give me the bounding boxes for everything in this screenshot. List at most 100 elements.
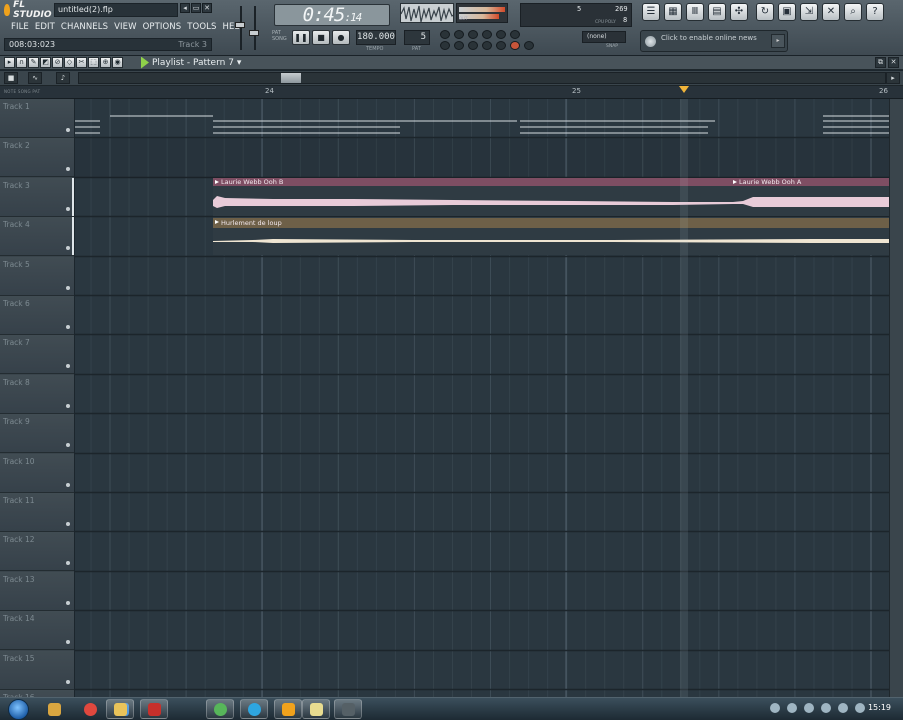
playlist-title[interactable]: Playlist - Pattern 7 ▾ — [141, 56, 241, 70]
tray-icon[interactable] — [770, 703, 780, 713]
help-icon[interactable]: ? — [866, 3, 884, 21]
record-button[interactable]: ● — [332, 30, 350, 45]
option-dot-7[interactable] — [440, 41, 450, 50]
note-icon[interactable]: ♪ — [56, 72, 70, 84]
option-dot-3[interactable] — [468, 30, 478, 39]
track-header[interactable]: Track 3 — [0, 178, 74, 217]
option-dot-11[interactable] — [496, 41, 506, 50]
tools-icon[interactable]: ✕ — [822, 3, 840, 21]
tray-icon[interactable] — [821, 703, 831, 713]
mixer-icon[interactable]: ✣ — [730, 3, 748, 21]
track-mute-icon[interactable] — [66, 325, 70, 329]
track-mute-icon[interactable] — [66, 561, 70, 565]
volume-icon[interactable] — [855, 703, 865, 713]
playhead-marker[interactable] — [679, 86, 689, 93]
track-header[interactable]: Track 12 — [0, 532, 74, 571]
clip-header[interactable]: Laurie Webb Ooh B — [213, 178, 731, 186]
scroll-thumb[interactable] — [281, 73, 301, 83]
option-dot-5[interactable] — [496, 30, 506, 39]
search-icon[interactable]: ⌕ — [844, 3, 862, 21]
track-header[interactable]: Track 10 — [0, 454, 74, 493]
track-mute-icon[interactable] — [66, 640, 70, 644]
track-mute-icon[interactable] — [66, 443, 70, 447]
chevron-down-icon[interactable]: ▾ — [237, 58, 242, 68]
track-header[interactable]: Track 6 — [0, 296, 74, 335]
pitch-knob[interactable] — [249, 30, 259, 36]
clip-header[interactable]: Laurie Webb Ooh A — [731, 178, 889, 186]
track-mute-icon[interactable] — [66, 680, 70, 684]
master-volume-fader[interactable] — [232, 4, 260, 52]
track-header[interactable]: Track 16 — [0, 690, 74, 697]
menu-edit[interactable]: EDIT — [32, 20, 58, 34]
skype-taskbar-button[interactable] — [240, 699, 268, 719]
track-mute-icon[interactable] — [66, 207, 70, 211]
online-news-panel[interactable]: Click to enable online news ▸ — [640, 30, 788, 52]
tray-icon[interactable] — [804, 703, 814, 713]
undo-icon[interactable]: ↻ — [756, 3, 774, 21]
option-dot-10[interactable] — [482, 41, 492, 50]
audio-clip[interactable]: Laurie Webb Ooh B Laurie Webb Ooh A — [213, 178, 889, 216]
track-header[interactable]: Track 13 — [0, 572, 74, 611]
select-icon[interactable]: ⬚ — [88, 57, 99, 68]
timeline-ruler[interactable]: NOTE SONG PAT 24 25 26 — [0, 86, 903, 99]
playlist-detach-button[interactable]: ⧉ — [875, 57, 886, 68]
track-mute-icon[interactable] — [66, 601, 70, 605]
step-sequencer-icon[interactable]: ▦ — [664, 3, 682, 21]
song-time-display[interactable]: 0:45:14 — [274, 4, 390, 26]
audio-clip[interactable]: Hurlement de loup — [213, 217, 889, 255]
track-header[interactable]: Track 2 — [0, 138, 74, 177]
stop-button[interactable]: ■ — [312, 30, 330, 45]
track-mute-icon[interactable] — [66, 364, 70, 368]
pause-button[interactable]: ❚❚ — [292, 30, 310, 45]
track-mute-icon[interactable] — [66, 404, 70, 408]
track-mute-icon[interactable] — [66, 246, 70, 250]
notes-taskbar-button[interactable] — [302, 699, 330, 719]
horizontal-scrollbar[interactable] — [78, 72, 886, 84]
track-header[interactable]: Track 5 — [0, 257, 74, 296]
playlist-icon[interactable]: ☰ — [642, 3, 660, 21]
restore-button[interactable]: ▭ — [191, 3, 201, 13]
menu-file[interactable]: FILE — [8, 20, 32, 34]
volume-knob[interactable] — [235, 22, 245, 28]
fl-studio-taskbar-button[interactable] — [274, 699, 302, 719]
track-mute-icon[interactable] — [66, 522, 70, 526]
option-dot-4[interactable] — [482, 30, 492, 39]
option-dot-2[interactable] — [454, 30, 464, 39]
export-icon[interactable]: ⇲ — [800, 3, 818, 21]
playlist-close-button[interactable]: ✕ — [888, 57, 899, 68]
pattern-selector[interactable]: 5 — [404, 30, 430, 45]
option-dot-6[interactable] — [510, 30, 520, 39]
chrome-taskbar-button[interactable] — [76, 699, 104, 719]
track-header[interactable]: Track 15 — [0, 651, 74, 690]
track-mute-icon[interactable] — [66, 286, 70, 290]
track-mute-icon[interactable] — [66, 128, 70, 132]
option-dot-9[interactable] — [468, 41, 478, 50]
piano-roll-icon[interactable]: Ⅲ — [686, 3, 704, 21]
track-header[interactable]: Track 14 — [0, 611, 74, 650]
folder-taskbar-button[interactable] — [106, 699, 134, 719]
paint-icon[interactable]: ◩ — [40, 57, 51, 68]
minimize-button[interactable]: ◂ — [180, 3, 190, 13]
save-icon[interactable]: ▣ — [778, 3, 796, 21]
tray-icon[interactable] — [838, 703, 848, 713]
news-arrow-icon[interactable]: ▸ — [771, 34, 785, 48]
track-mute-icon[interactable] — [66, 483, 70, 487]
menu-channels[interactable]: CHANNELS — [58, 20, 111, 34]
browser-icon[interactable]: ▤ — [708, 3, 726, 21]
tray-icon[interactable] — [787, 703, 797, 713]
vertical-scrollbar[interactable] — [889, 99, 903, 697]
clip-header[interactable]: Hurlement de loup — [213, 218, 889, 228]
track-header[interactable]: Track 7 — [0, 335, 74, 374]
mute-icon[interactable]: ◇ — [64, 57, 75, 68]
track-header[interactable]: Track 1 — [0, 99, 74, 138]
terminal-taskbar-button[interactable] — [334, 699, 362, 719]
zoom-icon[interactable]: ⊕ — [100, 57, 111, 68]
slice-icon[interactable]: ✂ — [76, 57, 87, 68]
pattern-block-track1[interactable] — [75, 99, 889, 138]
menu-options[interactable]: OPTIONS — [140, 20, 185, 34]
draw-icon[interactable]: ✎ — [28, 57, 39, 68]
track-mute-icon[interactable] — [66, 167, 70, 171]
close-button[interactable]: ✕ — [202, 3, 212, 13]
clock[interactable]: 15:19 — [868, 703, 891, 712]
delete-icon[interactable]: ⊘ — [52, 57, 63, 68]
